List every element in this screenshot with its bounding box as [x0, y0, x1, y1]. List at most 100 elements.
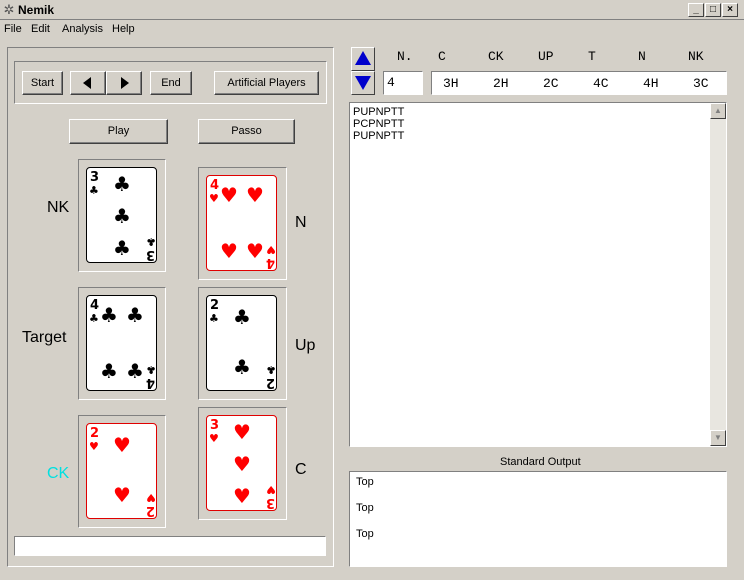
- window-title: Nemik: [18, 3, 55, 17]
- card-pip-icon: ♥: [246, 183, 264, 207]
- cell-n: 4H: [643, 76, 659, 91]
- card-face: 3♣3♣♣♣♣: [89, 170, 156, 262]
- maximize-button[interactable]: □: [705, 3, 721, 17]
- player-label-n: N: [295, 214, 307, 231]
- card-rank-corner: 3: [90, 170, 99, 185]
- card-pip-icon: ♣: [126, 303, 144, 327]
- hand-number-field[interactable]: 4: [383, 71, 423, 95]
- card-suit-corner-icon: ♥: [209, 192, 219, 205]
- card-suit-corner-inverted-icon: ♥: [266, 243, 276, 256]
- header-ck: CK: [488, 49, 504, 64]
- menu-bar: File Edit Analysis Help: [0, 20, 744, 38]
- menu-edit[interactable]: Edit: [31, 23, 50, 35]
- card-up[interactable]: 2 ♣ 2 ♣ ♣ ♣: [206, 295, 277, 391]
- card-rank-corner: 3: [210, 418, 219, 433]
- move-line: PCPNPTT: [353, 118, 405, 130]
- passo-button[interactable]: Passo: [198, 119, 295, 144]
- card-nk[interactable]: 3 ♣ 3 ♣ ♣ ♣ ♣: [86, 167, 157, 263]
- header-t: T: [588, 49, 596, 64]
- main-window: ✲ Nemik _ □ × File Edit Analysis Help St…: [0, 0, 744, 580]
- cell-c: 3H: [443, 76, 459, 91]
- card-target[interactable]: 4 ♣ 4 ♣ ♣ ♣ ♣ ♣: [86, 295, 157, 391]
- standard-output-label: Standard Output: [500, 456, 581, 468]
- card-pip-icon: ♣: [126, 359, 144, 383]
- header-nk: NK: [688, 49, 704, 64]
- move-list[interactable]: PUPNPTT PCPNPTT PUPNPTT ▲ ▼: [349, 102, 727, 447]
- scroll-down-icon[interactable]: ▼: [710, 430, 726, 446]
- move-line: PUPNPTT: [353, 106, 405, 118]
- player-label-target: Target: [22, 329, 67, 346]
- arrow-up-icon: [355, 51, 371, 65]
- card-pip-icon: ♣: [233, 305, 251, 329]
- header-number: N.: [397, 49, 413, 64]
- card-rank-corner-inverted: 4: [146, 375, 155, 390]
- card-suit-corner-inverted-icon: ♣: [146, 363, 156, 376]
- menu-analysis[interactable]: Analysis: [62, 23, 103, 35]
- card-pip-icon: ♣: [100, 303, 118, 327]
- card-pip-icon: ♥: [233, 420, 251, 444]
- header-c: C: [438, 49, 446, 64]
- vertical-scrollbar[interactable]: ▲ ▼: [710, 103, 726, 446]
- card-face: 4♥4♥♥ ♥♥ ♥: [209, 178, 276, 270]
- card-ck[interactable]: 2 ♥ 2 ♥ ♥ ♥: [86, 423, 157, 519]
- card-pip-icon: ♣: [113, 204, 131, 228]
- status-field: [14, 536, 326, 556]
- start-button[interactable]: Start: [22, 71, 63, 95]
- artificial-players-button[interactable]: Artificial Players: [214, 71, 319, 95]
- play-button[interactable]: Play: [69, 119, 168, 144]
- card-face: 2♣2♣♣♣: [209, 298, 276, 390]
- card-pip-icon: ♥: [233, 452, 251, 476]
- card-n[interactable]: 4 ♥ 4 ♥ ♥ ♥ ♥ ♥: [206, 175, 277, 271]
- card-pip-icon: ♥: [246, 239, 264, 263]
- card-suit-corner-inverted-icon: ♣: [266, 363, 276, 376]
- menu-help[interactable]: Help: [112, 23, 135, 35]
- card-pip-icon: ♥: [220, 239, 238, 263]
- card-c[interactable]: 3 ♥ 3 ♥ ♥ ♥ ♥: [206, 415, 277, 511]
- header-up: UP: [538, 49, 554, 64]
- arrow-down-icon: [355, 76, 371, 90]
- card-rank-corner: 2: [90, 426, 99, 441]
- up-arrow-button[interactable]: [351, 47, 375, 71]
- card-pip-icon: ♣: [233, 355, 251, 379]
- prev-button[interactable]: [70, 71, 106, 95]
- triangle-left-icon: [83, 77, 91, 89]
- card-rank-corner-inverted: 4: [266, 255, 275, 270]
- card-face: 3♥3♥♥♥♥: [209, 418, 276, 510]
- card-suit-corner-icon: ♣: [89, 312, 99, 325]
- end-button[interactable]: End: [150, 71, 192, 95]
- cell-up: 2C: [543, 76, 559, 91]
- triangle-right-icon: [121, 77, 129, 89]
- player-label-ck: CK: [47, 465, 70, 482]
- cell-t: 4C: [593, 76, 609, 91]
- card-pip-icon: ♣: [113, 236, 131, 260]
- card-pip-icon: ♥: [220, 183, 238, 207]
- card-rank-corner: 4: [90, 298, 99, 313]
- header-n: N: [638, 49, 646, 64]
- output-line: Top: [356, 528, 374, 540]
- minimize-button[interactable]: _: [688, 3, 704, 17]
- card-rank-corner-inverted: 2: [266, 375, 275, 390]
- output-line: Top: [356, 502, 374, 514]
- card-pip-icon: ♥: [233, 484, 251, 508]
- card-suit-corner-inverted-icon: ♥: [146, 491, 156, 504]
- app-gear-icon: ✲: [3, 2, 15, 17]
- card-pip-icon: ♥: [113, 433, 131, 457]
- scroll-up-icon[interactable]: ▲: [710, 103, 726, 119]
- cell-nk: 3C: [693, 76, 709, 91]
- card-suit-corner-icon: ♣: [209, 312, 219, 325]
- standard-output-box[interactable]: Top Top Top: [349, 471, 727, 567]
- player-label-up: Up: [295, 337, 316, 354]
- card-suit-corner-inverted-icon: ♣: [146, 235, 156, 248]
- card-suit-corner-icon: ♥: [89, 440, 99, 453]
- next-button[interactable]: [106, 71, 142, 95]
- move-line: PUPNPTT: [353, 130, 405, 142]
- card-rank-corner: 4: [210, 178, 219, 193]
- title-bar: ✲ Nemik _ □ ×: [0, 0, 744, 20]
- player-label-c: C: [295, 461, 307, 478]
- card-pip-icon: ♥: [113, 483, 131, 507]
- down-arrow-button[interactable]: [351, 71, 375, 95]
- card-suit-corner-icon: ♥: [209, 432, 219, 445]
- card-suit-corner-icon: ♣: [89, 184, 99, 197]
- close-button[interactable]: ×: [722, 3, 738, 17]
- menu-file[interactable]: File: [4, 23, 22, 35]
